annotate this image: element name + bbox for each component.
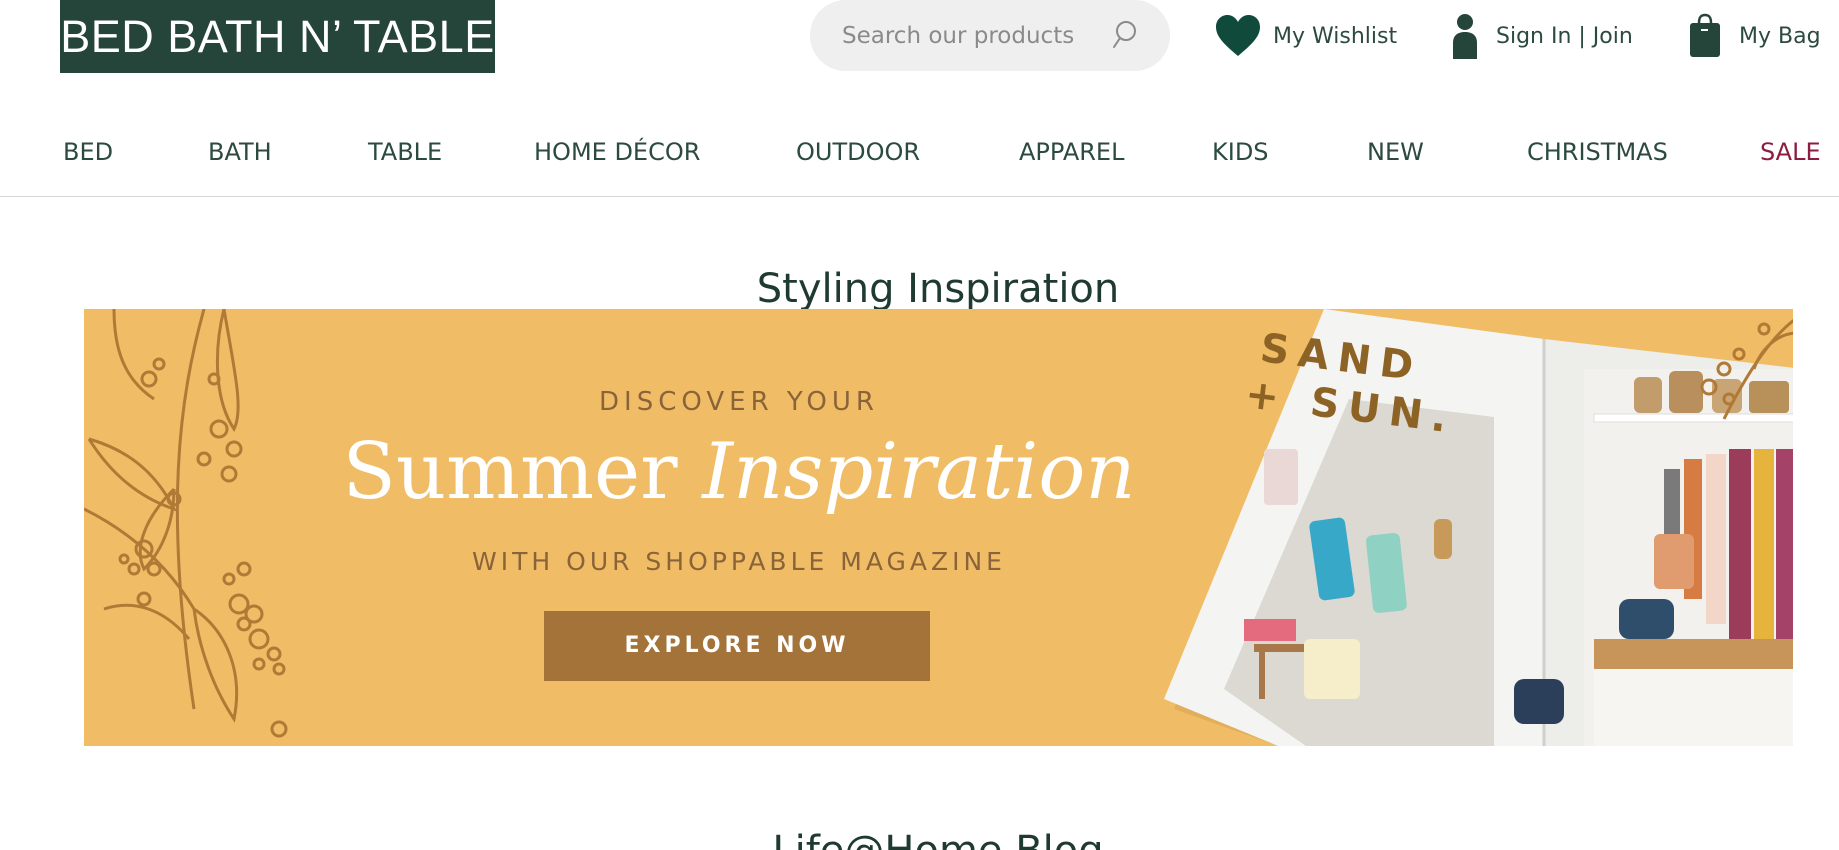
logo[interactable]: BED BATH N’ TABLE [60,0,495,73]
headline-regular: Summer [342,427,678,517]
nav-item-sale[interactable]: SALE [1760,138,1821,166]
magazine-image: SAND + SUN. [1164,309,1793,746]
wishlist-label: My Wishlist [1273,23,1398,49]
explore-now-button[interactable]: EXPLORE NOW [544,611,930,681]
search-input[interactable] [840,18,1104,54]
bag-link[interactable]: My Bag [1688,8,1821,64]
next-section-title: Life@Home Blog [0,828,1839,850]
bag-label: My Bag [1739,23,1821,49]
wishlist-link[interactable]: My Wishlist [1215,8,1397,64]
nav-item-home-decor[interactable]: HOME DÉCOR [534,138,700,166]
search-bar [810,0,1170,71]
sign-in-label: Sign In | Join [1496,23,1633,49]
user-icon [1450,13,1480,59]
search-icon[interactable] [1112,20,1138,50]
section-title: Styling Inspiration [756,266,1120,313]
nav-item-bed[interactable]: BED [63,138,113,166]
headline-italic: Inspiration [702,427,1136,517]
nav-item-kids[interactable]: KIDS [1212,138,1269,166]
heart-icon [1215,14,1261,58]
nav-item-new[interactable]: NEW [1367,138,1424,166]
summer-inspiration-banner[interactable]: DISCOVER YOUR Summer Inspiration WITH OU… [84,309,1793,746]
main-nav: BED BATH TABLE HOME DÉCOR OUTDOOR APPARE… [0,112,1839,197]
nav-item-table[interactable]: TABLE [368,138,442,166]
nav-item-christmas[interactable]: CHRISTMAS [1527,138,1668,166]
nav-item-apparel[interactable]: APPAREL [1019,138,1124,166]
sign-in-link[interactable]: Sign In | Join [1450,8,1633,64]
sprig-illustration-left [84,309,288,738]
shopping-bag-icon [1688,13,1722,59]
nav-item-bath[interactable]: BATH [208,138,272,166]
nav-item-outdoor[interactable]: OUTDOOR [796,138,920,166]
